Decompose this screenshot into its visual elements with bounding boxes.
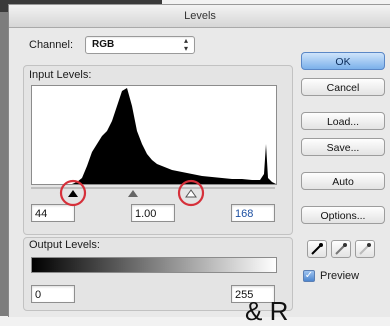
histogram-graph [32, 88, 276, 184]
channel-select[interactable]: RGB ▴ ▾ [85, 36, 195, 54]
output-gradient-bar [31, 257, 277, 273]
preview-label: Preview [320, 270, 360, 282]
output-levels-label: Output Levels: [29, 239, 100, 251]
cancel-button[interactable]: Cancel [301, 78, 385, 96]
channel-label: Channel: [29, 39, 74, 51]
input-white-field[interactable]: 168 [231, 204, 275, 222]
black-eyedropper-button[interactable] [307, 240, 327, 258]
save-button[interactable]: Save... [301, 138, 385, 156]
preview-checkbox[interactable]: ✓ [303, 270, 315, 282]
input-levels-label: Input Levels: [29, 69, 92, 81]
channel-select-value: RGB [92, 39, 115, 50]
white-eyedropper-icon [359, 243, 371, 255]
background-window-edge [0, 12, 8, 316]
input-black-field[interactable]: 44 [31, 204, 75, 222]
levels-dialog: Levels Channel: RGB ▴ ▾ Input Levels: 44 … [8, 4, 390, 324]
options-button[interactable]: Options... [301, 206, 385, 224]
up-down-arrows-icon: ▴ ▾ [183, 36, 188, 53]
output-black-field[interactable]: 0 [31, 285, 75, 303]
histogram-shape [32, 88, 276, 184]
input-gamma-field[interactable]: 1.00 [131, 204, 175, 222]
checkmark-icon: ✓ [304, 270, 314, 281]
dialog-title: Levels [9, 5, 390, 28]
gray-eyedropper-button[interactable] [331, 240, 351, 258]
histogram [31, 85, 277, 185]
black-eyedropper-icon [311, 243, 323, 255]
gray-eyedropper-icon [335, 243, 347, 255]
auto-button[interactable]: Auto [301, 172, 385, 190]
ok-button[interactable]: OK [301, 52, 385, 70]
white-eyedropper-button[interactable] [355, 240, 375, 258]
load-button[interactable]: Load... [301, 112, 385, 130]
caption-text: & R [245, 296, 289, 326]
